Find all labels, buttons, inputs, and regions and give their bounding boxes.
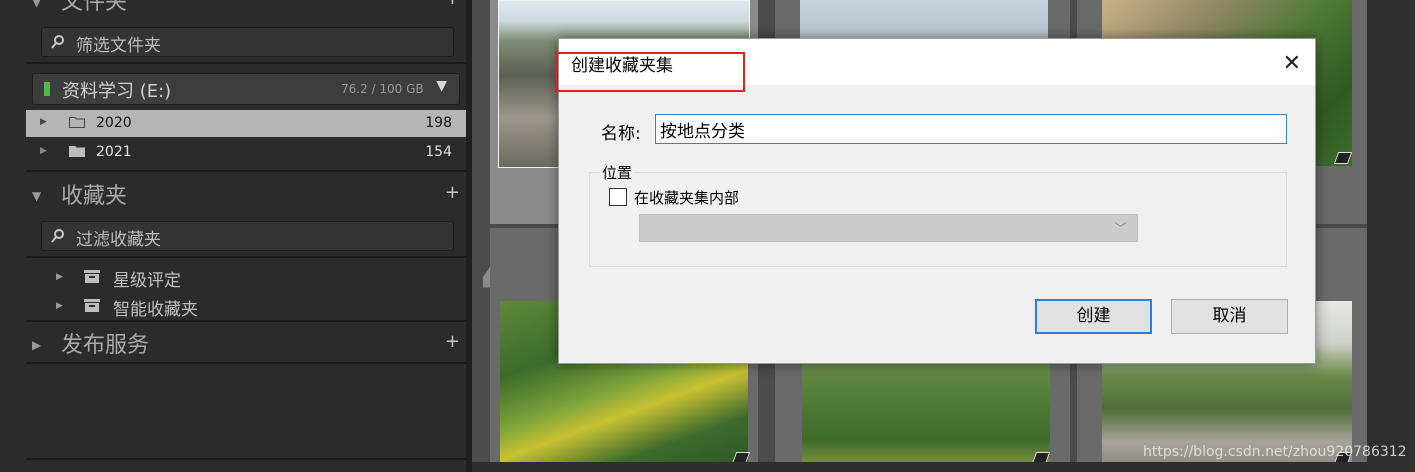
inside-collection-set-checkbox[interactable] [609, 188, 627, 206]
collection-set-name: 星级评定 [113, 271, 181, 291]
folder-row-2020[interactable]: ▶ 2020 198 [26, 110, 466, 137]
folders-panel-header[interactable]: ▼ 文件夹 + [26, 0, 466, 16]
close-icon[interactable]: ✕ [1283, 51, 1301, 76]
expand-triangle-icon[interactable]: ▶ [56, 301, 63, 311]
add-publish-service-icon[interactable]: + [445, 331, 460, 352]
folders-panel-title: 文件夹 [61, 0, 128, 15]
expand-triangle-icon[interactable]: ▶ [40, 117, 47, 127]
collection-set-icon [84, 299, 100, 312]
create-collection-set-dialog: 创建收藏夹集 ✕ 名称: 位置 在收藏夹集内部 ﹀ 创建 取消 [555, 38, 1316, 364]
search-icon [51, 229, 64, 243]
cancel-button[interactable]: 取消 [1171, 299, 1288, 334]
photo-thumbnail[interactable] [802, 364, 1050, 472]
add-collection-icon[interactable]: + [445, 182, 460, 203]
folder-icon [69, 146, 85, 157]
folder-count: 154 [425, 144, 452, 160]
inside-collection-set-label[interactable]: 在收藏夹集内部 [634, 187, 739, 208]
folder-name: 2020 [96, 115, 132, 131]
watermark: https://blog.csdn.net/zhou920786312 [1143, 444, 1407, 460]
name-label: 名称: [601, 124, 641, 144]
chevron-down-icon: ﹀ [1113, 222, 1127, 237]
collapse-triangle-icon[interactable]: ▼ [32, 189, 41, 203]
create-button[interactable]: 创建 [1035, 299, 1152, 334]
volume-header[interactable]: 资料学习 (E:) 76.2 / 100 GB ▼ [32, 73, 460, 105]
divider [26, 320, 466, 322]
left-panel: ▼ 文件夹 + 筛选文件夹 资料学习 (E:) 76.2 / 100 GB ▼ … [0, 0, 472, 472]
folder-name: 2021 [96, 144, 132, 160]
filmstrip-edge [472, 462, 1367, 472]
search-icon [51, 35, 64, 49]
publish-services-panel-header[interactable]: ▶ 发布服务 + [26, 329, 466, 359]
name-input[interactable] [655, 114, 1287, 144]
folder-search-input[interactable]: 筛选文件夹 [41, 27, 454, 57]
collection-set-star-rating[interactable]: ▶ 星级评定 [26, 263, 466, 291]
photo-thumbnail[interactable] [800, 0, 1048, 40]
expand-triangle-icon[interactable]: ▶ [32, 338, 41, 352]
publish-services-panel-title: 发布服务 [61, 333, 150, 358]
annotation-highlight-box [555, 52, 745, 92]
divider [26, 458, 466, 460]
right-panel-edge [1367, 0, 1415, 472]
collection-set-icon [84, 270, 100, 283]
volume-status-led-icon [44, 82, 50, 96]
folder-row-2021[interactable]: ▶ 2021 154 [26, 139, 466, 166]
collapse-triangle-icon[interactable]: ▼ [32, 0, 41, 9]
dropdown-arrow-icon[interactable]: ▼ [436, 78, 447, 94]
divider [26, 170, 466, 172]
add-folder-icon[interactable]: + [445, 0, 460, 9]
expand-triangle-icon[interactable]: ▶ [40, 146, 47, 156]
collections-panel-title: 收藏夹 [61, 184, 128, 209]
collection-set-select: ﹀ [639, 214, 1138, 242]
collection-set-smart-collections[interactable]: ▶ 智能收藏夹 [26, 292, 466, 320]
volume-usage: 76.2 / 100 GB [341, 82, 424, 96]
folder-icon [69, 117, 85, 128]
volume-name: 资料学习 (E:) [62, 81, 172, 102]
divider [26, 62, 466, 64]
divider [26, 256, 466, 258]
collection-search-placeholder: 过滤收藏夹 [76, 230, 161, 250]
folder-count: 198 [425, 115, 452, 131]
folder-search-placeholder: 筛选文件夹 [76, 36, 161, 56]
expand-triangle-icon[interactable]: ▶ [56, 272, 63, 282]
location-label: 位置 [600, 162, 635, 183]
collection-set-name: 智能收藏夹 [113, 300, 198, 320]
collection-search-input[interactable]: 过滤收藏夹 [41, 221, 454, 251]
collections-panel-header[interactable]: ▼ 收藏夹 + [26, 180, 466, 210]
divider [26, 362, 466, 364]
